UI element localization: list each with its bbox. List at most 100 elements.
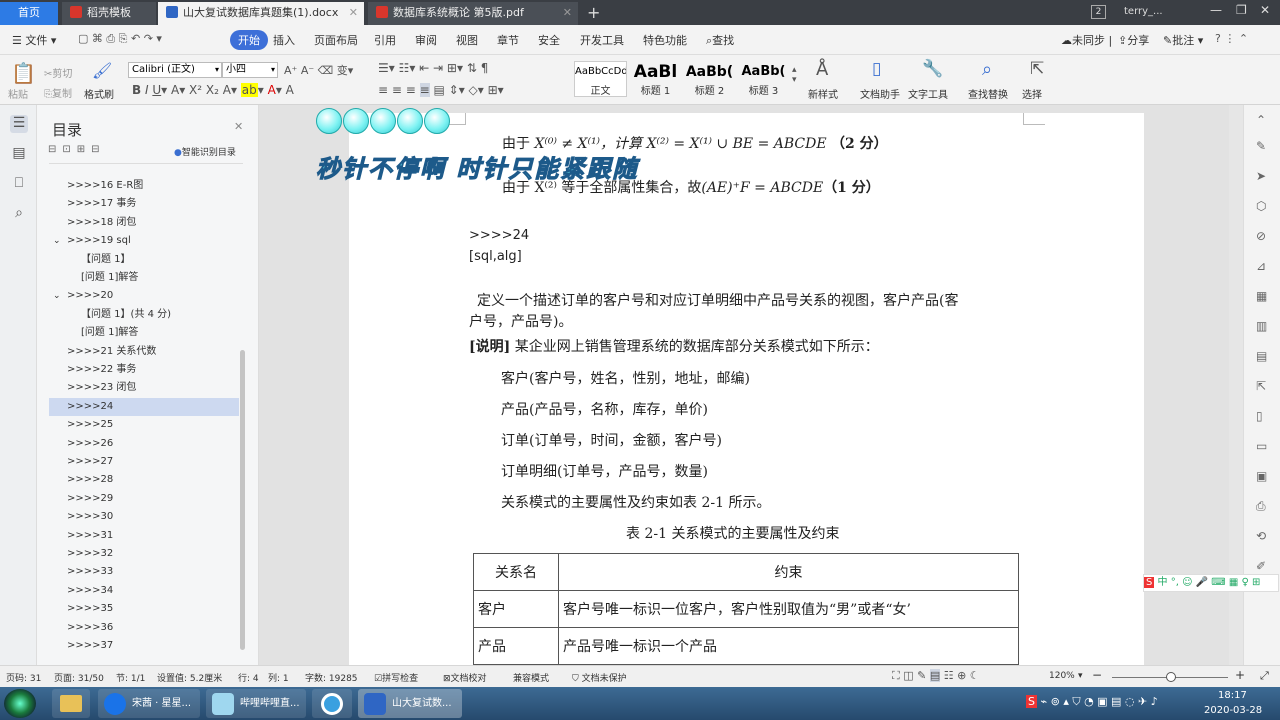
tab-features[interactable]: 特色功能: [643, 32, 687, 48]
smart-toc-button[interactable]: ●智能识别目录: [174, 145, 236, 158]
chevron-down-icon[interactable]: ⌄: [53, 287, 61, 305]
outline-item[interactable]: >>>>18 闭包: [67, 214, 136, 232]
format-painter-icon[interactable]: 🖌: [92, 61, 112, 80]
clock-time[interactable]: 18:17: [1218, 690, 1247, 701]
outline-item[interactable]: >>>>16 E-R图: [67, 177, 143, 195]
doc-assistant-icon[interactable]: ▯: [872, 59, 881, 79]
find-replace-label[interactable]: 查找替换: [968, 86, 1008, 101]
chart-icon[interactable]: ▥: [1256, 319, 1270, 333]
outline-item[interactable]: >>>>27: [67, 453, 113, 471]
outline-icon[interactable]: ☰: [10, 115, 28, 133]
outline-item[interactable]: >>>>20 ⌄: [53, 287, 113, 305]
outline-item[interactable]: 【问题 1】(共 4 分): [81, 306, 171, 324]
cursor-icon[interactable]: ➤: [1256, 169, 1270, 183]
new-tab-icon[interactable]: +: [587, 3, 600, 22]
new-style-icon[interactable]: Å: [816, 59, 828, 80]
find-replace-icon[interactable]: ⌕: [982, 59, 992, 80]
protect-button[interactable]: ⛉ 文档未保护: [572, 671, 627, 684]
collapse-icon[interactable]: ⌃: [1256, 113, 1270, 127]
share-button[interactable]: ⇪分享: [1118, 32, 1149, 48]
tray-icons[interactable]: S ⌁ ⊚ ▴ ⛉ ◔ ▣ ▤ ◌ ✈ ♪: [1026, 695, 1158, 709]
doc-icon[interactable]: ▯: [1256, 409, 1270, 423]
doc-assistant-label[interactable]: 文档助手: [860, 86, 900, 101]
select-label[interactable]: 选择: [1022, 86, 1042, 101]
chevron-down-icon[interactable]: ⌄: [53, 232, 61, 250]
tab-chapter[interactable]: 章节: [497, 32, 519, 48]
close-icon[interactable]: ✕: [563, 2, 572, 23]
document-page[interactable]: 由于 X⁽⁰⁾ ≠ X⁽¹⁾，计算 X⁽²⁾ = X⁽¹⁾ ∪ BE = ABC…: [349, 113, 1144, 665]
sync-button[interactable]: ☁未同步 |: [1061, 32, 1112, 48]
edit-icon[interactable]: ✐: [1256, 559, 1270, 573]
outline-item[interactable]: >>>>24: [49, 397, 239, 416]
tab-developer[interactable]: 开发工具: [580, 32, 624, 48]
close-window-icon[interactable]: ✕: [1260, 3, 1270, 17]
select-cursor-icon[interactable]: ⇱: [1030, 59, 1044, 79]
minimize-icon[interactable]: —: [1210, 3, 1222, 17]
outline-item[interactable]: >>>>31: [67, 527, 113, 545]
drop-icon[interactable]: ⊿: [1256, 259, 1270, 273]
pages-icon[interactable]: ▤: [10, 145, 28, 163]
outline-item[interactable]: >>>>32: [67, 545, 113, 563]
format-painter-label[interactable]: 格式刷: [84, 86, 114, 101]
outline-item[interactable]: >>>>34: [67, 582, 113, 600]
new-style-label[interactable]: 新样式: [808, 86, 838, 101]
tab-start[interactable]: 开始: [230, 30, 268, 50]
link-icon[interactable]: ⊘: [1256, 229, 1270, 243]
help-icon[interactable]: ? ⋮ ⌃: [1215, 32, 1248, 45]
box-icon[interactable]: ▭: [1256, 439, 1270, 453]
outline-item[interactable]: >>>>25: [67, 416, 113, 434]
window-count-badge[interactable]: 2: [1091, 5, 1106, 19]
outline-item[interactable]: >>>>35: [67, 600, 113, 618]
copy-button[interactable]: ⎘复制: [44, 85, 72, 100]
search-button[interactable]: ⌕查找: [706, 32, 734, 48]
status-words[interactable]: 字数: 19285: [305, 671, 358, 684]
outline-item[interactable]: >>>>36: [67, 619, 113, 637]
pen-icon[interactable]: ✎: [1256, 139, 1270, 153]
style-heading1[interactable]: AaBl 标题 1: [629, 61, 682, 97]
tab-templates[interactable]: 稻壳模板: [62, 2, 156, 25]
annotate-button[interactable]: ✎批注 ▾: [1163, 32, 1203, 48]
image-icon[interactable]: ▣: [1256, 469, 1270, 483]
file-menu[interactable]: ☰ 文件 ▾: [12, 32, 56, 48]
outline-item[interactable]: >>>>28: [67, 471, 113, 489]
fullscreen-icon[interactable]: ⤢: [1260, 669, 1269, 683]
quick-access-icons[interactable]: ▢ ⌘ ⎙ ⎘ ↶ ↷ ▾: [78, 32, 162, 46]
outline-item[interactable]: >>>>17 事务: [67, 195, 136, 213]
outline-item[interactable]: >>>>29: [67, 490, 113, 508]
restore-icon[interactable]: ❐: [1236, 3, 1247, 17]
tab-docx[interactable]: 山大复试数据库真题集(1).docx ✕: [158, 2, 364, 25]
paste-icon[interactable]: 📋: [11, 61, 36, 85]
font-name-select[interactable]: Calibri (正文) ▾: [128, 62, 222, 78]
tab-layout[interactable]: 页面布局: [314, 32, 358, 48]
outline-controls[interactable]: ⊟⊡⊞⊟: [48, 144, 106, 155]
close-icon[interactable]: ✕: [234, 120, 243, 133]
shape-icon[interactable]: ⬡: [1256, 199, 1270, 213]
history-icon[interactable]: ⟲: [1256, 529, 1270, 543]
outline-item[interactable]: >>>>21 关系代数: [67, 343, 156, 361]
outline-item[interactable]: >>>>19 sql ⌄: [53, 232, 131, 250]
text-tools-icon[interactable]: 🔧: [922, 59, 943, 79]
proofread-button[interactable]: ⊠文档校对: [443, 671, 487, 684]
zoom-out-icon[interactable]: −: [1092, 668, 1102, 682]
zoom-in-icon[interactable]: +: [1235, 668, 1245, 682]
outline-item[interactable]: >>>>37: [67, 637, 113, 655]
paste-label[interactable]: 粘贴: [8, 86, 28, 101]
taskbar-app-bilibili[interactable]: 哔哩哔哩直...: [206, 689, 306, 718]
tab-view[interactable]: 视图: [456, 32, 478, 48]
style-heading2[interactable]: AaBb(标题 2: [683, 61, 736, 97]
outline-scrollbar[interactable]: [240, 350, 245, 650]
ime-toolbar[interactable]: S 中 °, ☺ 🎤 ⌨ ▦ ♀ ⊞: [1143, 574, 1279, 592]
font-style-icons[interactable]: B I U▾ A▾ X² X₂ A▾ ab▾ A▾ A: [132, 83, 294, 97]
font-grow-shrink-icons[interactable]: A⁺ A⁻ ⌫ 变▾: [284, 62, 353, 78]
tab-security[interactable]: 安全: [538, 32, 560, 48]
font-size-select[interactable]: 小四 ▾: [222, 62, 278, 78]
print-icon[interactable]: ⎙: [1256, 499, 1270, 513]
tab-review[interactable]: 审阅: [415, 32, 437, 48]
explorer-button[interactable]: [52, 689, 90, 718]
style-heading3[interactable]: AaBb(标题 3: [737, 61, 790, 97]
outline-item[interactable]: [问题 1]解答: [81, 269, 138, 287]
tab-insert[interactable]: 插入: [273, 32, 295, 48]
style-normal[interactable]: AaBbCcDd 正文: [574, 61, 627, 97]
grid-icon[interactable]: ▦: [1256, 289, 1270, 303]
style-scroll-icon[interactable]: ▴ ▾: [792, 65, 797, 85]
